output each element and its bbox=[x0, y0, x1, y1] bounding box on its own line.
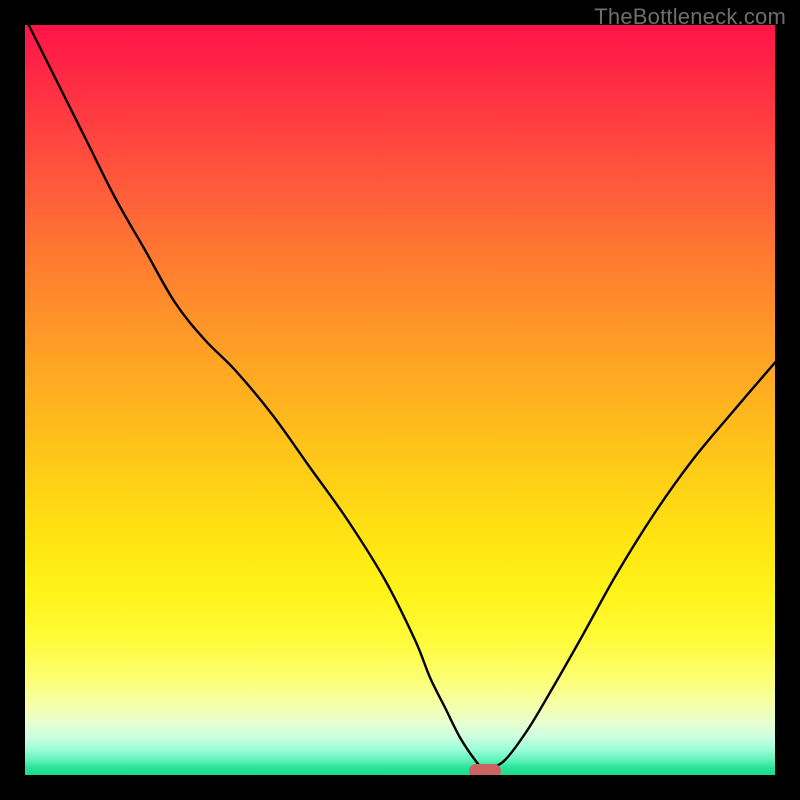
plot-area bbox=[25, 25, 775, 775]
chart-frame: TheBottleneck.com bbox=[0, 0, 800, 800]
bottleneck-curve bbox=[25, 25, 775, 775]
optimal-marker bbox=[469, 764, 501, 775]
